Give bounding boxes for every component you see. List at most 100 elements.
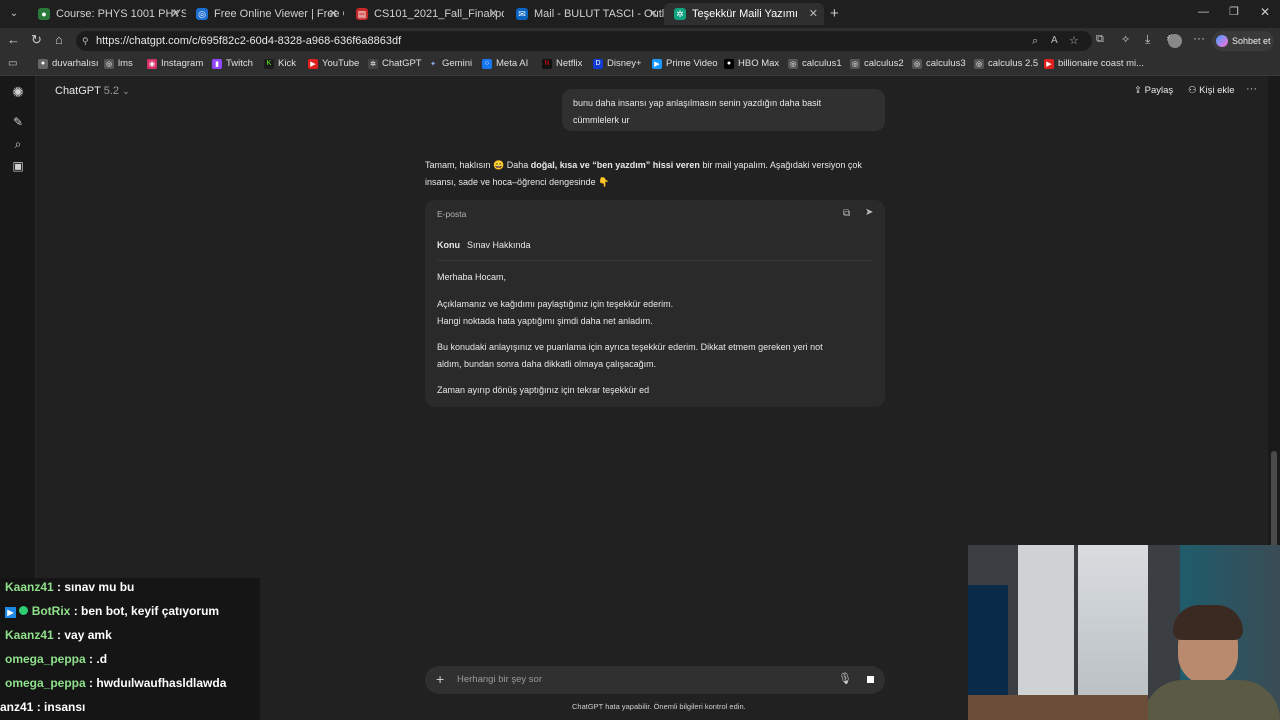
bookmark-calculus3[interactable]: ◎ calculus3 (912, 58, 966, 69)
bookmark-chatgpt[interactable]: ✲ ChatGPT (368, 58, 422, 69)
new-tab-icon[interactable]: + (830, 5, 839, 22)
bookmark-label: Twitch (226, 58, 253, 69)
chat-username: Kaanz41 (5, 628, 54, 642)
bookmark-label: duvarhalısı (52, 58, 99, 69)
close-icon[interactable]: ✕ (809, 7, 818, 20)
composer[interactable]: + Herhangi bir şey sor 🎙 (425, 666, 885, 694)
bookmark-twitch[interactable]: ▮ Twitch (212, 58, 253, 69)
webcam-overlay (968, 545, 1280, 720)
bookmark-lms[interactable]: ◎ lms (104, 58, 133, 69)
close-icon[interactable]: ✕ (649, 7, 658, 20)
prime-video-icon: ▶ (652, 58, 662, 69)
more-options-icon[interactable]: ··· (1193, 31, 1205, 45)
minimize-icon[interactable]: — (1198, 6, 1209, 18)
restore-icon[interactable]: ❐ (1229, 5, 1239, 18)
webcam-door (1018, 545, 1074, 720)
close-icon[interactable]: ✕ (329, 7, 338, 20)
bookmark-calculus1[interactable]: ◎ calculus1 (788, 58, 842, 69)
tab-list-menu-icon[interactable]: ⌄ (6, 6, 22, 22)
stream-chat-overlay: Kaanz41 : sınav mu bu ▶ BotRix : ben bot… (0, 578, 260, 720)
download-icon[interactable]: ⤓ (1145, 32, 1150, 47)
bookmark-gemini[interactable]: ✦ Gemini (428, 58, 472, 69)
add-attachment-icon[interactable]: + (436, 671, 444, 687)
copilot-label: Sohbet et (1232, 36, 1271, 46)
chat-message: : vay amk (57, 628, 112, 642)
verified-badge-icon (19, 606, 29, 615)
bookmark-prime-video[interactable]: ▶ Prime Video (652, 58, 718, 69)
bookmark-duvarhalisi[interactable]: ● duvarhalısı (38, 58, 98, 69)
chat-line: omega_peppa : .d (5, 652, 107, 666)
avatar[interactable] (1168, 34, 1182, 48)
bookmark-netflix[interactable]: N Netflix (542, 58, 582, 69)
chat-username: Kaanz41 (5, 580, 54, 594)
copy-icon[interactable]: ⧉ (843, 208, 850, 219)
close-icon[interactable]: ✕ (171, 7, 180, 20)
course-icon: ● (38, 8, 50, 20)
search-icon[interactable]: ⌕ (11, 137, 25, 151)
chat-line: ▶ BotRix : ben bot, keyif çatıyorum (5, 604, 219, 618)
bookmark-label: Gemini (442, 58, 473, 69)
tab-chatgpt[interactable]: ✲ Teşekkür Maili Yazımı ✕ (664, 3, 824, 25)
library-icon[interactable]: ▣ (11, 159, 25, 173)
stop-icon (867, 676, 874, 683)
tab-viewer[interactable]: ◎ Free Online Viewer | Free GroupDo… ✕ (186, 3, 344, 25)
twitch-icon: ▮ (212, 58, 222, 69)
chat-username: anz41 (0, 700, 34, 714)
back-icon[interactable]: ← (7, 32, 20, 47)
search-icon[interactable]: ⌕ (1032, 31, 1038, 51)
stop-button[interactable] (862, 671, 880, 689)
model-selector[interactable]: ChatGPT 5.2 ⌄ (55, 85, 130, 97)
bookmark-label: YouTube (322, 58, 360, 69)
hbo-max-icon: ● (724, 58, 734, 69)
bookmark-label: Netflix (556, 58, 583, 69)
bookmark-billionaire-coast[interactable]: ▶ billionaire coast mi... (1044, 58, 1144, 69)
youtube-icon: ▶ (308, 58, 318, 69)
bookmark-instagram[interactable]: ◉ Instagram (147, 58, 203, 69)
bookmark-label: Disney+ (607, 58, 642, 69)
bookmark-kick[interactable]: K Kick (264, 58, 296, 69)
bookmark-youtube[interactable]: ▶ YouTube (308, 58, 359, 69)
bookmark-disney[interactable]: D Disney+ (593, 58, 642, 69)
url-text: https://chatgpt.com/c/695f82c2-60d4-8328… (96, 35, 402, 47)
more-options-icon[interactable]: ··· (1246, 83, 1257, 95)
assistant-paragraph: Tamam, haklısın 😄 Daha doğal, kısa ve “b… (425, 160, 862, 171)
favorite-star-icon[interactable]: ☆ (1069, 31, 1079, 51)
tab-pdf[interactable]: ▤ CS101_2021_Fall_Final.pdf ✕ (346, 3, 504, 25)
bookmark-label: ChatGPT (382, 58, 422, 69)
tab-course[interactable]: ● Course: PHYS 1001 PHYSICS I (20… ✕ (28, 3, 186, 25)
assistant-text: Tamam, haklısın 😄 Daha (425, 160, 531, 170)
bookmark-calculus2[interactable]: ◎ calculus2 (850, 58, 904, 69)
assistant-bold-text: doğal, kısa ve “ben yazdım” hissi veren (530, 160, 700, 170)
window-close-icon[interactable]: ✕ (1260, 5, 1270, 19)
bookmark-label: calculus2 (864, 58, 904, 69)
reload-icon[interactable]: ↻ (31, 32, 42, 48)
home-icon[interactable]: ⌂ (55, 32, 63, 47)
sidebar-toggle-icon[interactable]: ▭ (8, 58, 17, 69)
copilot-chat-button[interactable]: Sohbet et (1212, 31, 1274, 51)
globe-icon: ◎ (974, 58, 984, 69)
assistant-text: bir mail yapalım. Aşağıdaki versiyon çok (699, 160, 862, 170)
puzzle-icon[interactable]: ✧ (1121, 33, 1130, 46)
extensions-icon[interactable]: ⧉ (1096, 33, 1104, 46)
bookmark-meta-ai[interactable]: ○ Meta AI (482, 58, 528, 69)
email-line: aldım, bundan sonra daha dikkatli olmaya… (437, 359, 657, 369)
microphone-icon[interactable]: 🎙 (838, 672, 852, 685)
openai-logo-icon[interactable]: ✺ (11, 85, 25, 99)
new-chat-icon[interactable]: ✎ (11, 115, 25, 129)
composer-placeholder[interactable]: Herhangi bir şey sor (457, 674, 542, 685)
bookmark-calculus-2-5[interactable]: ◎ calculus 2.5 (974, 58, 1038, 69)
tab-outlook[interactable]: ✉ Mail - BULUT TASCI - Outlook ✕ (506, 3, 664, 25)
instagram-icon: ◉ (147, 58, 157, 69)
add-person-button[interactable]: ⚇ Kişi ekle (1188, 85, 1235, 96)
send-icon[interactable]: ➤ (865, 207, 873, 218)
bookmark-hbo-max[interactable]: ● HBO Max (724, 58, 779, 69)
viewer-icon: ◎ (196, 8, 208, 20)
divider (437, 260, 873, 261)
read-aloud-icon[interactable]: A (1051, 31, 1058, 51)
site-info-icon[interactable]: ⚲ (82, 31, 89, 51)
close-icon[interactable]: ✕ (489, 7, 498, 20)
address-bar[interactable]: ⚲ https://chatgpt.com/c/695f82c2-60d4-83… (76, 31, 1092, 51)
share-button[interactable]: ⇪ Paylaş (1134, 85, 1173, 96)
youtube-icon: ▶ (1044, 58, 1054, 69)
disney-icon: D (593, 58, 603, 69)
